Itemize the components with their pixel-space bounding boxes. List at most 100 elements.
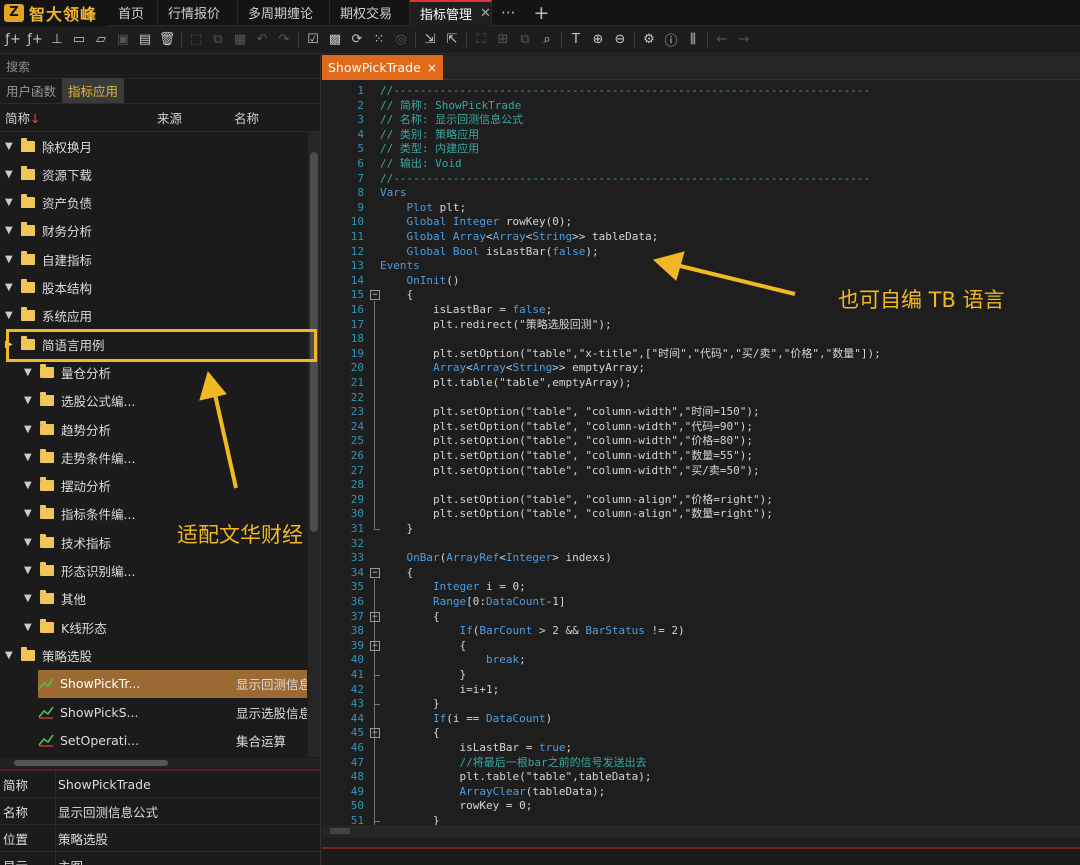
- fold-toggle-icon[interactable]: −: [370, 567, 380, 578]
- redo-icon[interactable]: ↷: [273, 29, 295, 51]
- code-line[interactable]: Plot plt;: [380, 201, 467, 216]
- copy-icon[interactable]: ⧉: [207, 29, 229, 51]
- editor-hscrollbar[interactable]: [322, 825, 1080, 837]
- save-all-icon[interactable]: ▤: [134, 29, 156, 51]
- tree-folder[interactable]: ▼ 自建指标: [0, 245, 307, 273]
- code-line[interactable]: Global Array<Array<String>> tableData;: [380, 230, 659, 245]
- expand-triangle-icon[interactable]: ▼: [5, 141, 15, 152]
- code-line[interactable]: Integer i = 0;: [380, 580, 526, 595]
- expand-triangle-icon[interactable]: ▼: [24, 622, 34, 633]
- code-line[interactable]: plt.setOption("table", "column-width","时…: [380, 405, 760, 420]
- expand-triangle-icon[interactable]: ▼: [24, 593, 34, 604]
- import-icon[interactable]: ⇲: [419, 29, 441, 51]
- column-header-source[interactable]: 来源: [157, 108, 182, 127]
- delete-icon[interactable]: 🗑: [156, 29, 178, 51]
- code-line[interactable]: plt.setOption("table", "column-width","价…: [380, 434, 753, 449]
- code-line[interactable]: }: [380, 814, 440, 825]
- code-line[interactable]: plt.setOption("table", "column-align","价…: [380, 493, 773, 508]
- select-icon[interactable]: ⁙: [368, 29, 390, 51]
- undo-icon[interactable]: ↶: [251, 29, 273, 51]
- code-line[interactable]: // 简称: ShowPickTrade: [380, 99, 521, 114]
- code-line[interactable]: //--------------------------------------…: [380, 172, 870, 187]
- expand-triangle-icon[interactable]: ▼: [24, 508, 34, 519]
- arrow-right-icon[interactable]: →: [733, 29, 755, 51]
- code-line[interactable]: isLastBar = true;: [380, 741, 572, 756]
- code-line[interactable]: {: [380, 639, 466, 654]
- tree-folder[interactable]: ▼ 资产负债: [0, 189, 307, 217]
- code-line[interactable]: // 类型: 内建应用: [380, 142, 479, 157]
- tab-indicator-manager[interactable]: 指标管理 ✕: [410, 0, 492, 26]
- code-line[interactable]: break;: [380, 653, 526, 668]
- code-line[interactable]: {: [380, 610, 440, 625]
- expand-triangle-icon[interactable]: ▼: [5, 197, 15, 208]
- refresh-icon[interactable]: ⟳: [346, 29, 368, 51]
- expand-triangle-icon[interactable]: ▼: [24, 565, 34, 576]
- zoom-out-icon[interactable]: ⊖: [609, 29, 631, 51]
- code-line[interactable]: plt.redirect("策略选股回测");: [380, 318, 612, 333]
- subtab-user-functions[interactable]: 用户函数: [0, 78, 62, 103]
- tree-folder[interactable]: ▼ 趋势分析: [0, 415, 307, 443]
- new-function-icon[interactable]: ƒ+: [2, 29, 24, 51]
- tree-folder[interactable]: ▼ 股本结构: [0, 274, 307, 302]
- code-editor[interactable]: 1 //-------------------------------------…: [322, 80, 1080, 825]
- new-child-icon[interactable]: ⊥: [46, 29, 68, 51]
- check-icon[interactable]: ☑: [302, 29, 324, 51]
- grid-icon[interactable]: ⊞: [492, 29, 514, 51]
- open-folder-icon[interactable]: ▱: [90, 29, 112, 51]
- new-indicator-icon[interactable]: ƒ+: [24, 29, 46, 51]
- code-line[interactable]: }: [380, 522, 413, 537]
- fold-toggle-icon[interactable]: −: [370, 640, 380, 651]
- code-line[interactable]: //将最后一根bar之前的信号发送出去: [380, 756, 646, 771]
- code-line[interactable]: If(BarCount > 2 && BarStatus != 2): [380, 624, 684, 639]
- code-line[interactable]: Array<Array<String>> emptyArray;: [380, 361, 645, 376]
- export-icon[interactable]: ⇱: [441, 29, 463, 51]
- code-line[interactable]: ArrayClear(tableData);: [380, 785, 605, 800]
- code-line[interactable]: Range[0:DataCount-1]: [380, 595, 565, 610]
- info-icon[interactable]: ⓘ: [660, 29, 682, 51]
- code-line[interactable]: isLastBar = false;: [380, 303, 552, 318]
- expand-triangle-icon[interactable]: ▼: [24, 480, 34, 491]
- paste-icon[interactable]: ▦: [229, 29, 251, 51]
- expand-triangle-icon[interactable]: ▼: [24, 367, 34, 378]
- tree-folder[interactable]: ▼ 系统应用: [0, 302, 307, 330]
- expand-triangle-icon[interactable]: ▼: [5, 225, 15, 236]
- tab-multi-period[interactable]: 多周期缠论: [238, 0, 330, 26]
- tree-scrollbar[interactable]: [308, 132, 320, 757]
- code-line[interactable]: plt.table("table",emptyArray);: [380, 376, 632, 391]
- code-line[interactable]: //--------------------------------------…: [380, 84, 870, 99]
- compile-icon[interactable]: ▩: [324, 29, 346, 51]
- code-line[interactable]: If(i == DataCount): [380, 712, 552, 727]
- code-line[interactable]: Events: [380, 259, 420, 274]
- search-input[interactable]: 搜索: [0, 55, 320, 79]
- arrow-left-icon[interactable]: ←: [711, 29, 733, 51]
- close-icon[interactable]: ✕: [480, 6, 491, 21]
- code-line[interactable]: plt.setOption("table", "column-align","数…: [380, 507, 773, 522]
- tree-folder[interactable]: ▼ 形态识别编...: [0, 557, 307, 585]
- code-line[interactable]: plt.setOption("table","x-title",["时间","代…: [380, 347, 881, 362]
- code-line[interactable]: Global Integer rowKey(0);: [380, 215, 573, 230]
- expand-icon[interactable]: ⛶: [470, 29, 492, 51]
- fold-toggle-icon[interactable]: −: [370, 290, 380, 301]
- code-line[interactable]: plt.setOption("table", "column-width","数…: [380, 449, 753, 464]
- column-header-short[interactable]: 简称↓: [5, 108, 41, 127]
- tree-hscrollbar[interactable]: [0, 758, 320, 768]
- more-icon[interactable]: ···: [492, 4, 524, 22]
- code-line[interactable]: // 类别: 策略应用: [380, 128, 479, 143]
- expand-triangle-icon[interactable]: ▼: [5, 282, 15, 293]
- fold-toggle-icon[interactable]: −: [370, 611, 380, 622]
- close-icon[interactable]: ×: [427, 61, 437, 75]
- code-line[interactable]: }: [380, 697, 440, 712]
- scrollbar-thumb[interactable]: [330, 828, 350, 834]
- tree-folder[interactable]: ▼ 策略选股: [0, 641, 307, 669]
- new-folder-icon[interactable]: ▭: [68, 29, 90, 51]
- code-line[interactable]: {: [380, 288, 413, 303]
- tree-leaf[interactable]: ShowPickS... 显示选股信息: [38, 698, 307, 726]
- tab-options-trading[interactable]: 期权交易: [330, 0, 410, 26]
- record-icon[interactable]: ◎: [390, 29, 412, 51]
- editor-tab-showpicktrade[interactable]: ShowPickTrade ×: [322, 55, 443, 80]
- code-line[interactable]: Global Bool isLastBar(false);: [380, 245, 599, 260]
- subtab-indicator-apps[interactable]: 指标应用: [62, 78, 125, 103]
- code-line[interactable]: plt.setOption("table", "column-width","买…: [380, 464, 760, 479]
- tree-folder[interactable]: ▼ 量仓分析: [0, 358, 307, 386]
- tree-folder[interactable]: ▼ 摆动分析: [0, 472, 307, 500]
